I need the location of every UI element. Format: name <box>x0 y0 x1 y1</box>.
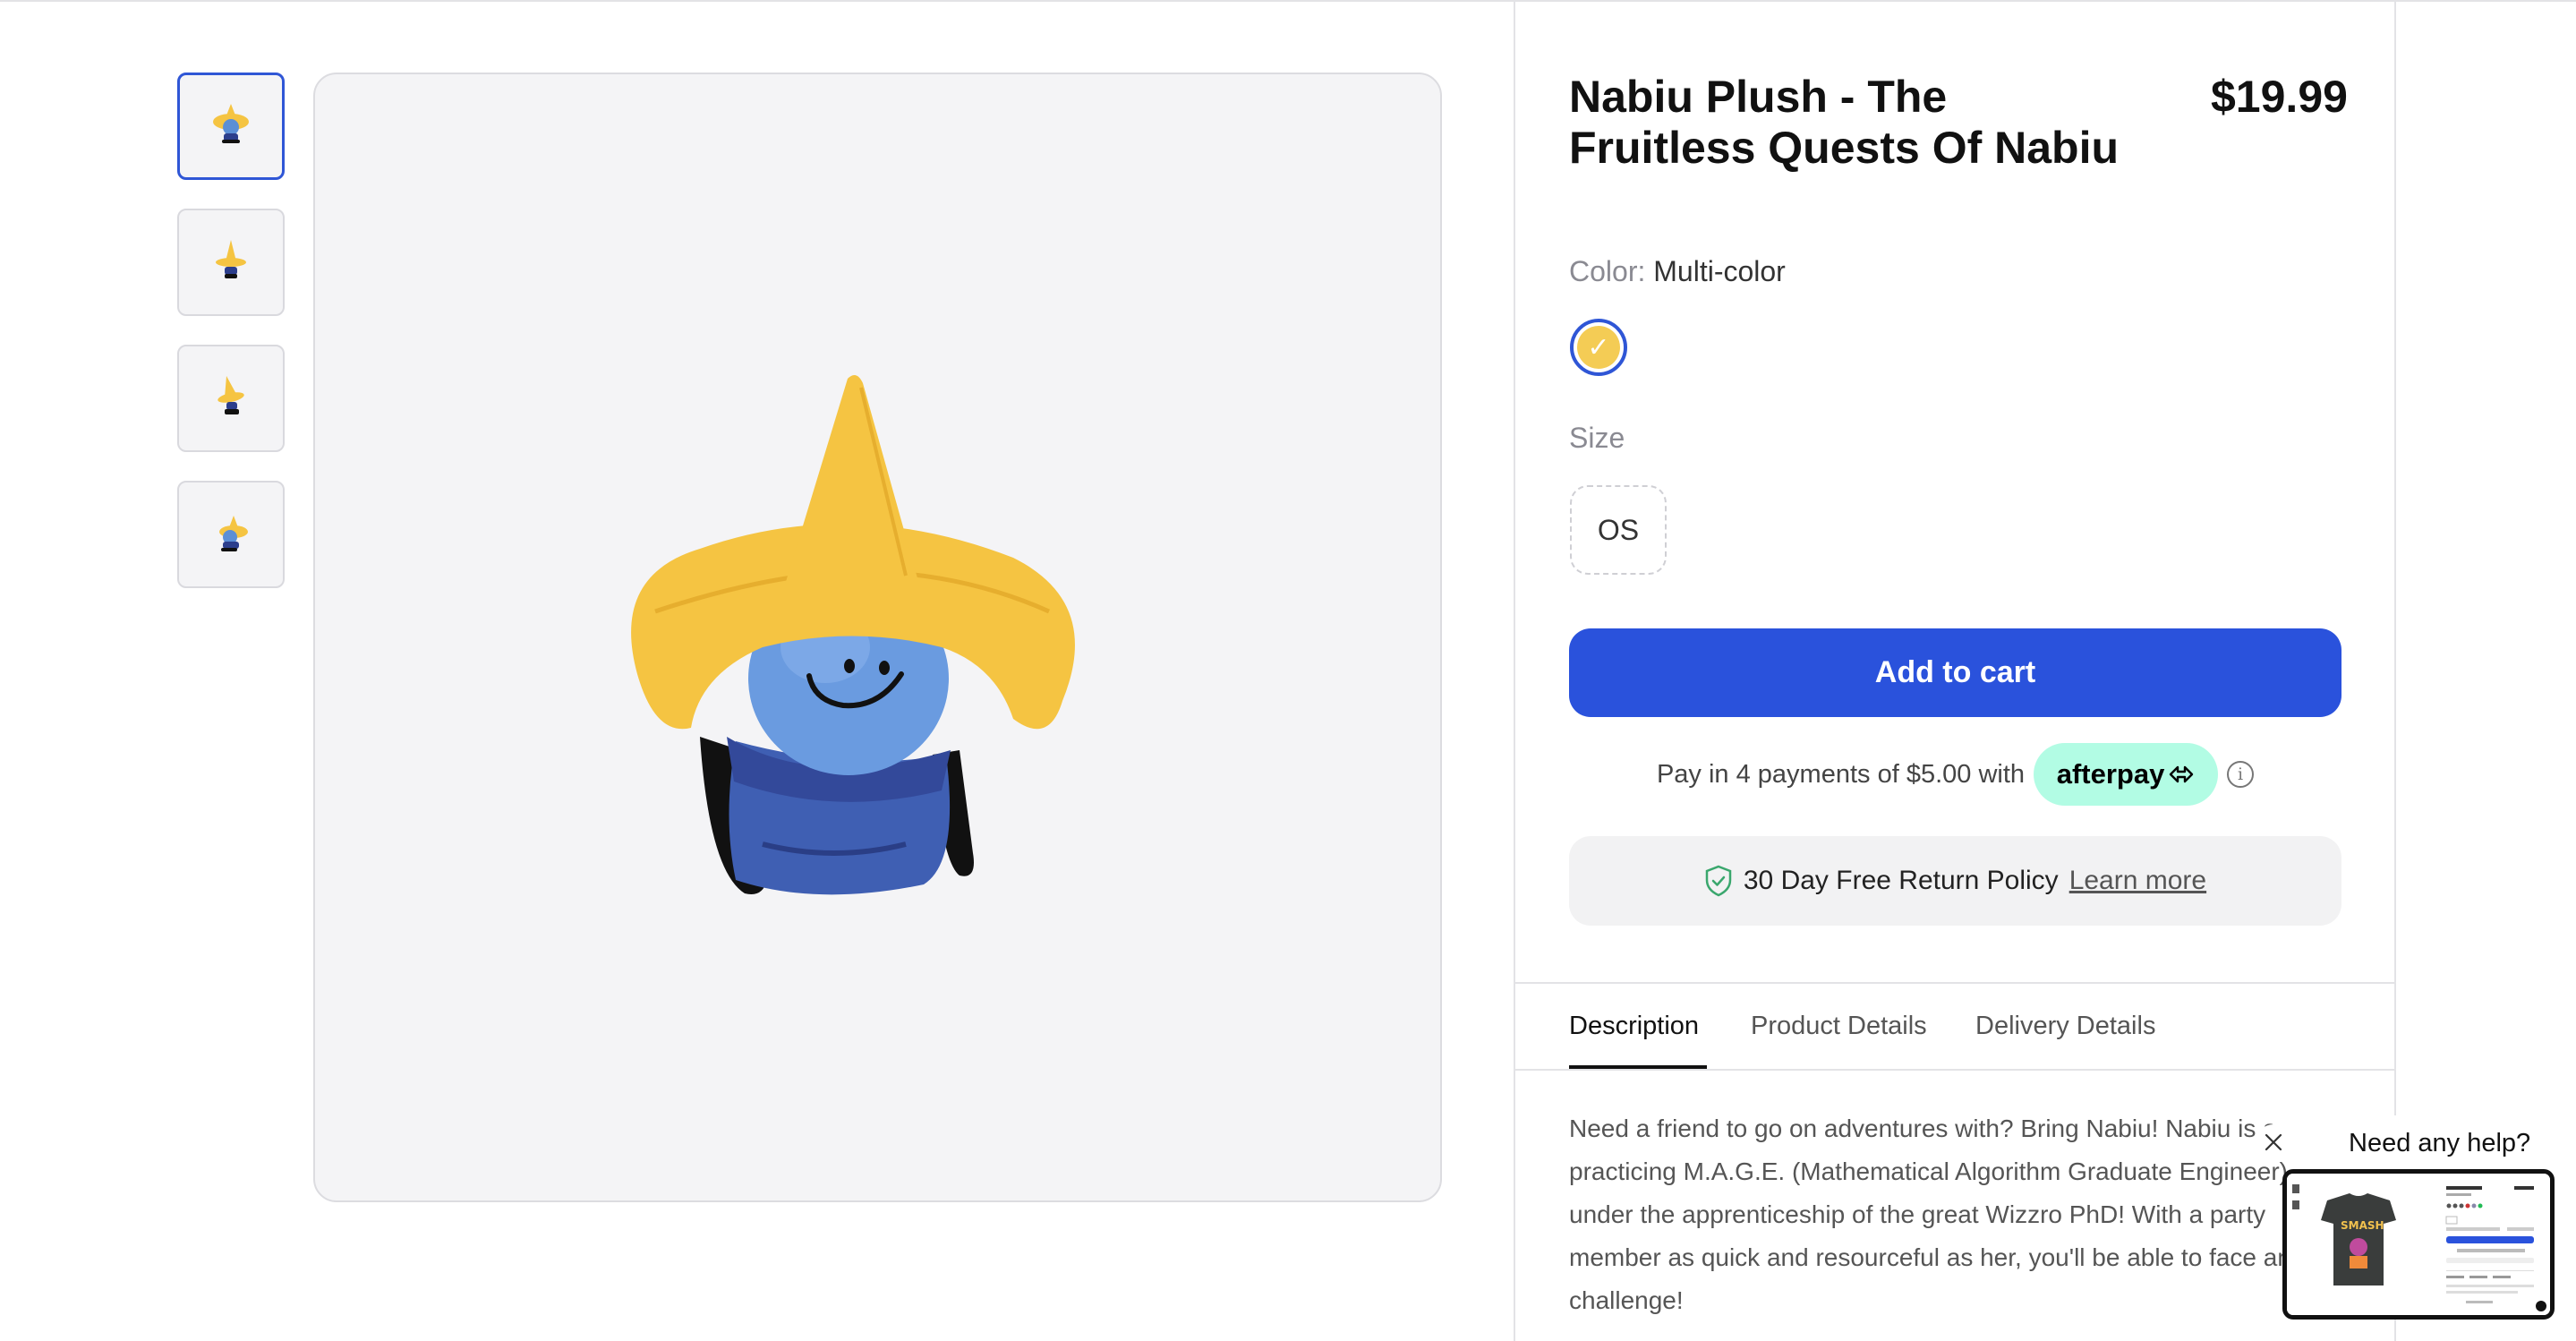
panel-left-border <box>1514 0 1515 1341</box>
installment-payment-row: Pay in 4 payments of $5.00 with afterpay… <box>1569 743 2341 806</box>
color-value: Multi-color <box>1653 255 1786 287</box>
product-title: Nabiu Plush - The Fruitless Quests Of Na… <box>1569 72 2120 173</box>
add-to-cart-button[interactable]: Add to cart <box>1569 628 2341 717</box>
check-icon: ✓ <box>1577 326 1620 369</box>
learn-more-link[interactable]: Learn more <box>2069 866 2206 896</box>
help-bubble[interactable]: Need any help? <box>2327 1115 2553 1171</box>
return-policy-banner: 30 Day Free Return Policy Learn more <box>1569 836 2341 926</box>
color-label: Color: <box>1569 255 1646 287</box>
color-swatch-multicolor[interactable]: ✓ <box>1570 319 1627 376</box>
tab-delivery-details[interactable]: Delivery Details <box>1975 1008 2155 1044</box>
return-policy-text: 30 Day Free Return Policy <box>1743 866 2059 895</box>
color-selector-label: Color: Multi-color <box>1569 253 1786 289</box>
close-icon[interactable] <box>2256 1124 2291 1160</box>
thumbnail-3[interactable] <box>177 345 285 452</box>
tab-product-details[interactable]: Product Details <box>1751 1008 1927 1044</box>
afterpay-logo-text: afterpay <box>2056 758 2165 790</box>
product-price: $19.99 <box>2211 72 2348 122</box>
info-icon[interactable]: i <box>2227 761 2255 788</box>
help-video-preview[interactable]: SMASH <box>2282 1169 2555 1320</box>
size-label: Size <box>1569 422 1625 454</box>
tabs-top-divider <box>1514 982 2396 984</box>
plush-thumbnail-front-icon <box>213 104 249 143</box>
installment-text: Pay in 4 payments of $5.00 with <box>1656 759 2026 789</box>
size-option-os[interactable]: OS <box>1570 485 1667 575</box>
afterpay-badge[interactable]: afterpay <box>2034 743 2219 806</box>
preview-thumbnail: SMASH <box>2287 1174 2550 1315</box>
thumbnail-2[interactable] <box>177 209 285 316</box>
preview-shirt-text: SMASH <box>2341 1219 2384 1232</box>
nabiu-plush-image <box>631 375 1075 895</box>
plush-thumbnail-back-icon <box>218 376 244 414</box>
plush-thumbnail-angle-icon <box>219 516 248 551</box>
thumbnail-1[interactable] <box>177 73 285 180</box>
afterpay-arrows-icon <box>2170 765 2194 783</box>
tab-description[interactable]: Description <box>1569 1008 1699 1044</box>
shield-check-icon <box>1705 865 1732 897</box>
main-product-image[interactable] <box>313 73 1442 1202</box>
top-border <box>0 0 2576 2</box>
thumbnail-4[interactable] <box>177 481 285 588</box>
tabs-bottom-divider <box>1514 1069 2396 1071</box>
close-x-icon <box>2265 1133 2282 1151</box>
product-description: Need a friend to go on adventures with? … <box>1569 1115 2304 1314</box>
plush-thumbnail-side-icon <box>216 240 246 278</box>
